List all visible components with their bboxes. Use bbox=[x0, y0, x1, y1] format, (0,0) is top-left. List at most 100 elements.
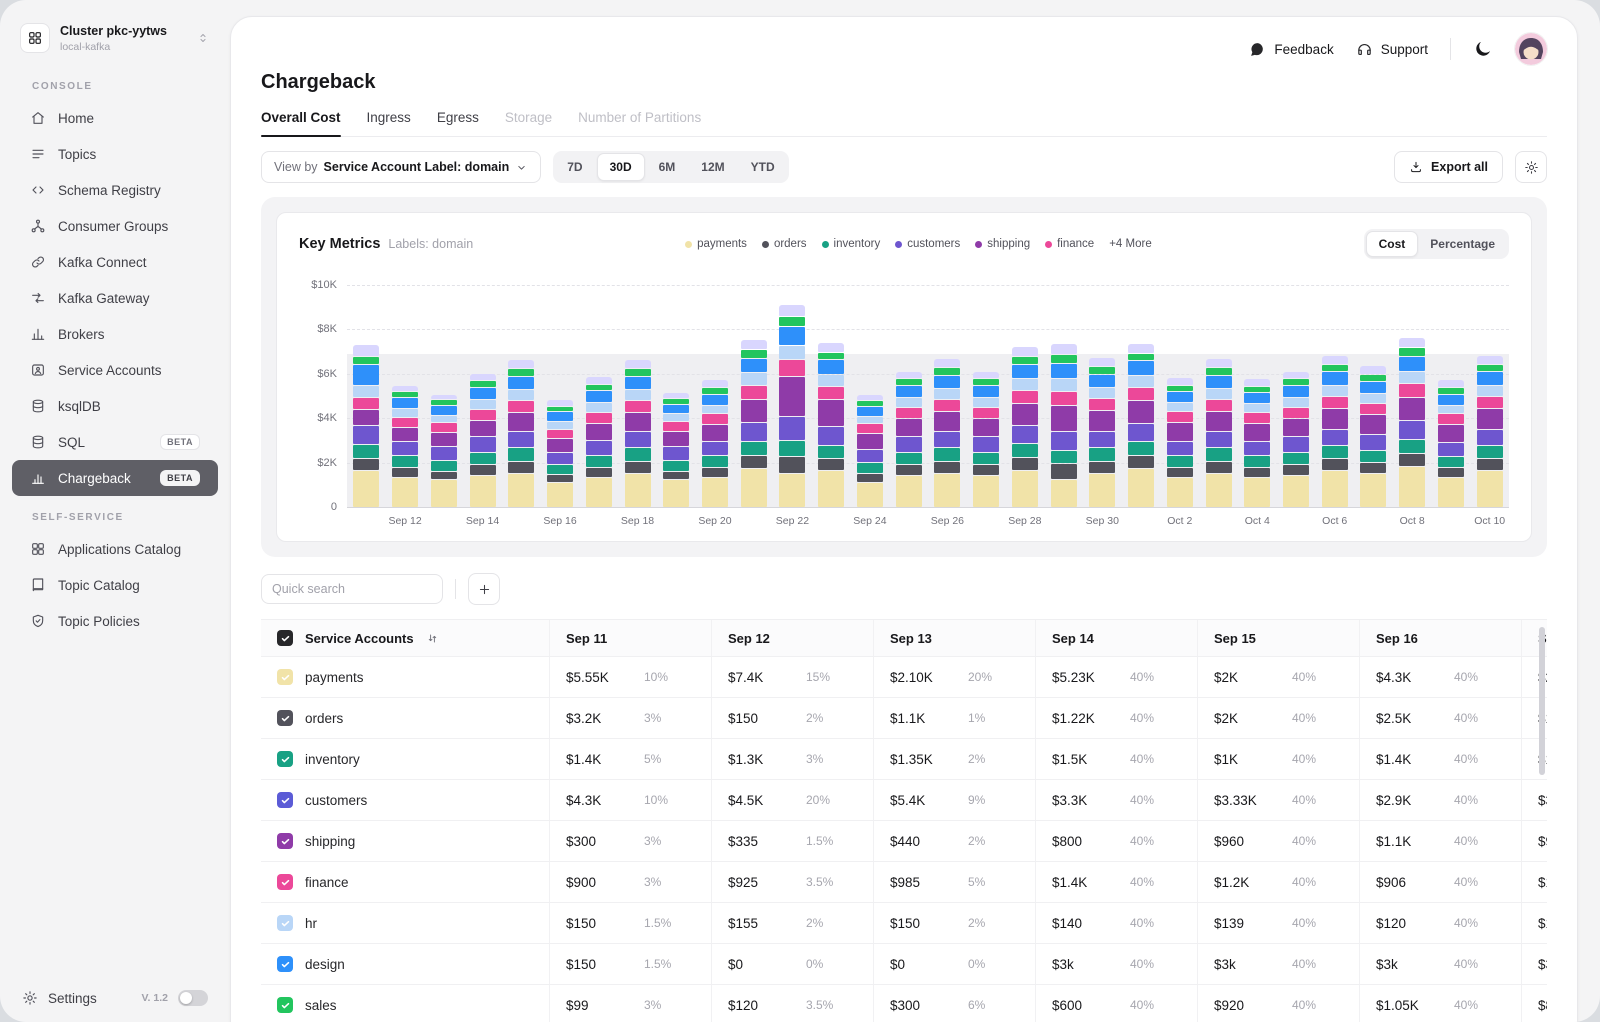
chart-settings-button[interactable] bbox=[1515, 151, 1547, 183]
sidebar-item-sql[interactable]: SQL BETA bbox=[12, 424, 218, 460]
bar-segment-hr[interactable] bbox=[1244, 404, 1271, 413]
bar-segment-inventory[interactable] bbox=[1050, 450, 1077, 463]
bar-segment-hr[interactable] bbox=[1128, 375, 1155, 387]
bar-segment-hr[interactable] bbox=[973, 397, 1000, 407]
bar-segment-hr[interactable] bbox=[1050, 378, 1077, 392]
bar-segment-sales[interactable] bbox=[547, 406, 574, 412]
bar-segment-finance[interactable] bbox=[895, 407, 922, 418]
bar-segment-more[interactable] bbox=[663, 392, 690, 399]
bar-segment-hr[interactable] bbox=[1011, 378, 1038, 391]
bar-segment-design[interactable] bbox=[1205, 375, 1232, 388]
bar-segment-orders[interactable] bbox=[895, 464, 922, 475]
bar-segment-shipping[interactable] bbox=[1321, 408, 1348, 429]
bar-segment-hr[interactable] bbox=[430, 415, 457, 423]
bar-segment-more[interactable] bbox=[856, 394, 883, 401]
bar-segment-payments[interactable] bbox=[973, 475, 1000, 507]
bar-segment-payments[interactable] bbox=[392, 478, 419, 507]
bar-segment-inventory[interactable] bbox=[663, 460, 690, 471]
bar-segment-shipping[interactable] bbox=[469, 420, 496, 437]
column-header-sep-15[interactable]: Sep 15 bbox=[1197, 620, 1359, 656]
bar-segment-payments[interactable] bbox=[818, 471, 845, 507]
tab-egress[interactable]: Egress bbox=[437, 110, 479, 136]
bar-segment-more[interactable] bbox=[469, 373, 496, 381]
bar-segment-finance[interactable] bbox=[1244, 413, 1271, 424]
bar-segment-finance[interactable] bbox=[547, 429, 574, 438]
bar-segment-finance[interactable] bbox=[663, 422, 690, 431]
bar-segment-finance[interactable] bbox=[701, 414, 728, 425]
bar-segment-orders[interactable] bbox=[353, 459, 380, 471]
vertical-scrollbar[interactable] bbox=[1539, 627, 1545, 775]
bar-segment-customers[interactable] bbox=[1050, 431, 1077, 450]
bar-segment-design[interactable] bbox=[973, 385, 1000, 397]
bar-segment-orders[interactable] bbox=[1166, 468, 1193, 478]
bar-segment-inventory[interactable] bbox=[1476, 446, 1503, 459]
bar-segment-more[interactable] bbox=[1089, 358, 1116, 366]
bar-segment-shipping[interactable] bbox=[508, 413, 535, 431]
bar-segment-more[interactable] bbox=[585, 377, 612, 384]
bar-segment-hr[interactable] bbox=[1282, 397, 1309, 407]
bar-segment-payments[interactable] bbox=[1321, 471, 1348, 507]
bar-segment-orders[interactable] bbox=[818, 459, 845, 471]
bar-segment-payments[interactable] bbox=[353, 471, 380, 507]
bar-segment-sales[interactable] bbox=[1050, 354, 1077, 363]
bar-segment-hr[interactable] bbox=[353, 385, 380, 397]
bar-segment-more[interactable] bbox=[430, 394, 457, 400]
bar-segment-orders[interactable] bbox=[547, 474, 574, 482]
bar-segment-more[interactable] bbox=[973, 371, 1000, 379]
bar-segment-orders[interactable] bbox=[1244, 468, 1271, 478]
bar-segment-shipping[interactable] bbox=[895, 418, 922, 437]
bar-segment-customers[interactable] bbox=[934, 431, 961, 448]
bar-segment-payments[interactable] bbox=[1437, 478, 1464, 507]
bar-segment-customers[interactable] bbox=[973, 437, 1000, 452]
theme-toggle[interactable] bbox=[178, 990, 208, 1006]
bar-segment-customers[interactable] bbox=[701, 441, 728, 456]
bar-segment-hr[interactable] bbox=[469, 400, 496, 409]
bar-segment-hr[interactable] bbox=[779, 345, 806, 359]
bar-segment-design[interactable] bbox=[779, 326, 806, 345]
bar-segment-customers[interactable] bbox=[1437, 442, 1464, 457]
bar-segment-hr[interactable] bbox=[663, 414, 690, 422]
toggle-percentage[interactable]: Percentage bbox=[1418, 231, 1507, 257]
bar-segment-shipping[interactable] bbox=[1399, 397, 1426, 420]
bar-segment-finance[interactable] bbox=[1360, 403, 1387, 415]
bar-segment-hr[interactable] bbox=[701, 405, 728, 414]
user-avatar[interactable] bbox=[1515, 33, 1547, 65]
column-header-sep-12[interactable]: Sep 12 bbox=[711, 620, 873, 656]
bar-segment-design[interactable] bbox=[1321, 372, 1348, 385]
bar-segment-orders[interactable] bbox=[469, 464, 496, 475]
bar-segment-payments[interactable] bbox=[701, 478, 728, 507]
bar-segment-inventory[interactable] bbox=[1205, 448, 1232, 461]
bar-segment-customers[interactable] bbox=[1282, 437, 1309, 452]
bar-segment-customers[interactable] bbox=[856, 449, 883, 462]
bar-segment-payments[interactable] bbox=[663, 480, 690, 507]
bar-segment-orders[interactable] bbox=[1437, 468, 1464, 478]
bar-segment-hr[interactable] bbox=[392, 408, 419, 417]
bar-segment-payments[interactable] bbox=[1128, 469, 1155, 507]
bar-segment-finance[interactable] bbox=[1399, 384, 1426, 397]
bar-segment-orders[interactable] bbox=[856, 473, 883, 482]
bar-segment-shipping[interactable] bbox=[740, 399, 767, 422]
bar-segment-sales[interactable] bbox=[1166, 385, 1193, 392]
bar-segment-hr[interactable] bbox=[1399, 372, 1426, 384]
bar-segment-payments[interactable] bbox=[856, 482, 883, 507]
bar-segment-design[interactable] bbox=[430, 405, 457, 415]
bar-segment-more[interactable] bbox=[392, 385, 419, 392]
sidebar-item-ksqldb[interactable]: ksqlDB bbox=[12, 388, 218, 424]
bar-segment-shipping[interactable] bbox=[1050, 406, 1077, 431]
select-all-checkbox[interactable] bbox=[277, 630, 293, 646]
bar-segment-inventory[interactable] bbox=[508, 448, 535, 461]
bar-segment-finance[interactable] bbox=[1011, 391, 1038, 404]
bar-segment-design[interactable] bbox=[1437, 394, 1464, 405]
bar-segment-inventory[interactable] bbox=[1437, 457, 1464, 468]
bar-segment-sales[interactable] bbox=[469, 381, 496, 387]
row-checkbox-finance[interactable] bbox=[277, 874, 293, 890]
bar-segment-finance[interactable] bbox=[1128, 387, 1155, 400]
bar-segment-more[interactable] bbox=[1282, 371, 1309, 379]
bar-segment-design[interactable] bbox=[1399, 356, 1426, 372]
bar-segment-shipping[interactable] bbox=[430, 433, 457, 447]
bar-segment-payments[interactable] bbox=[1399, 467, 1426, 507]
bar-segment-design[interactable] bbox=[547, 412, 574, 422]
bar-segment-more[interactable] bbox=[895, 371, 922, 379]
settings-link[interactable]: Settings bbox=[48, 991, 132, 1006]
bar-segment-shipping[interactable] bbox=[1205, 412, 1232, 431]
